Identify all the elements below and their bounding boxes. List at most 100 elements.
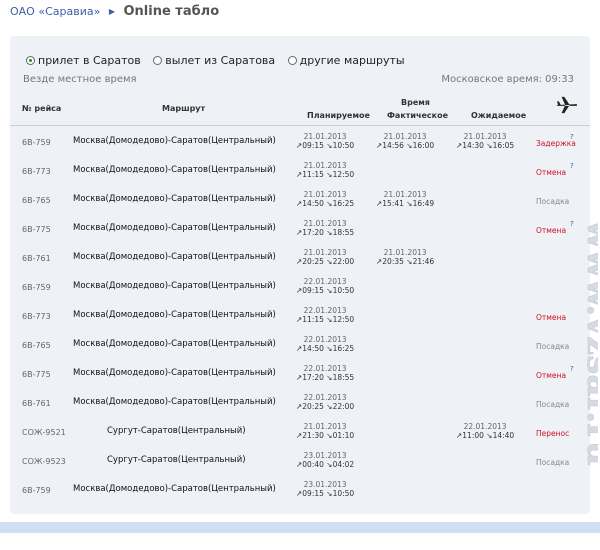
- local-time-note: Везде местное время: [23, 74, 137, 85]
- flight-number: 6В-759: [22, 283, 51, 292]
- flight-number: 6В-761: [22, 254, 51, 263]
- breadcrumb-arrow-icon: ▶: [108, 7, 115, 16]
- planned-date: 21.01.2013: [303, 132, 347, 141]
- actual-time: 21.01.2013 ↗15:41 ↘16:49: [376, 190, 434, 208]
- breadcrumb: ОАО «Саравиа» ▶ Online табло: [10, 4, 219, 20]
- planned-time: 21.01.2013 ↗17:20 ↘18:55: [296, 219, 354, 237]
- status-help-link[interactable]: ?: [570, 162, 574, 170]
- route-name: Москва(Домодедово)-Саратов(Центральный): [73, 281, 276, 291]
- actual-date: 21.01.2013: [383, 248, 427, 257]
- status-badge: Перенос: [536, 429, 570, 438]
- header-planned: Планируемое: [307, 111, 370, 120]
- planned-date: 23.01.2013: [303, 480, 347, 489]
- flight-number: 6В-773: [22, 312, 51, 321]
- flight-number: СОЖ-9521: [22, 428, 66, 437]
- header-actual: Фактическое: [387, 111, 449, 120]
- planned-date: 22.01.2013: [303, 306, 347, 315]
- planned-time: 23.01.2013 ↗00:40 ↘04:02: [296, 451, 354, 469]
- radio-dot-icon[interactable]: [26, 56, 35, 65]
- route-name: Сургут-Саратов(Центральный): [107, 455, 246, 465]
- page-title: Online табло: [123, 4, 220, 19]
- direction-selector: прилет в Саратов вылет из Саратова други…: [26, 54, 414, 68]
- route-name: Москва(Домодедово)-Саратов(Центральный): [73, 252, 276, 262]
- actual-times: ↗15:41 ↘16:49: [376, 199, 435, 208]
- planned-time: 22.01.2013 ↗14:50 ↘16:25: [296, 335, 354, 353]
- footer-bar: [0, 522, 600, 533]
- route-name: Москва(Домодедово)-Саратов(Центральный): [73, 310, 276, 320]
- breadcrumb-company-link[interactable]: ОАО «Саравиа»: [10, 5, 100, 18]
- planned-date: 21.01.2013: [303, 219, 347, 228]
- planned-times: ↗20:25 ↘22:00: [296, 402, 355, 411]
- expected-date: 21.01.2013: [463, 132, 507, 141]
- flight-number: СОЖ-9523: [22, 457, 66, 466]
- planned-date: 21.01.2013: [303, 422, 347, 431]
- route-name: Москва(Домодедово)-Саратов(Центральный): [73, 136, 276, 146]
- planned-time: 22.01.2013 ↗11:15 ↘12:50: [296, 306, 354, 324]
- planned-date: 22.01.2013: [303, 277, 347, 286]
- planned-times: ↗00:40 ↘04:02: [296, 460, 355, 469]
- radio-arrival-label: прилет в Саратов: [38, 54, 141, 67]
- status-badge: Отмена: [536, 371, 567, 380]
- radio-departure[interactable]: вылет из Саратова: [153, 54, 275, 67]
- radio-dot-icon[interactable]: [153, 56, 163, 65]
- table-row: СОЖ-9523 Сургут-Саратов(Центральный) 23.01…: [10, 447, 590, 476]
- table-row: 6В-761 Москва(Домодедово)-Саратов(Централ…: [10, 244, 590, 273]
- status-badge: Отмена: [536, 313, 567, 322]
- expected-times: ↗11:00 ↘14:40: [456, 431, 515, 440]
- planned-times: ↗11:15 ↘12:50: [296, 315, 355, 324]
- moscow-time: Московское время: 09:33: [441, 74, 574, 85]
- expected-times: ↗14:30 ↘16:05: [456, 141, 515, 150]
- table-header: № рейса Маршрут Время Планируемое Фактич…: [10, 94, 590, 124]
- status-help-link[interactable]: ?: [570, 133, 574, 141]
- planned-times: ↗09:15 ↘10:50: [296, 141, 355, 150]
- status-badge: Посадка: [536, 458, 570, 467]
- table-row: 6В-759 Москва(Домодедово)-Саратов(Централ…: [10, 476, 590, 505]
- planned-time: 22.01.2013 ↗09:15 ↘10:50: [296, 277, 354, 295]
- route-name: Москва(Домодедово)-Саратов(Центральный): [73, 165, 276, 175]
- planned-time: 22.01.2013 ↗20:25 ↘22:00: [296, 393, 354, 411]
- actual-time: 21.01.2013 ↗14:56 ↘16:00: [376, 132, 434, 150]
- table-row: 6В-759 Москва(Домодедово)-Саратов(Централ…: [10, 128, 590, 157]
- actual-times: ↗20:35 ↘21:46: [376, 257, 435, 266]
- table-row: 6В-775 Москва(Домодедово)-Саратов(Централ…: [10, 215, 590, 244]
- status-badge: Отмена: [536, 226, 567, 235]
- route-name: Москва(Домодедово)-Саратов(Центральный): [73, 194, 276, 204]
- radio-departure-label: вылет из Саратова: [165, 54, 276, 67]
- flight-number: 6В-773: [22, 167, 51, 176]
- header-expected: Ожидаемое: [471, 111, 527, 120]
- route-name: Москва(Домодедово)-Саратов(Центральный): [73, 484, 276, 494]
- board-panel: прилет в Саратов вылет из Саратова други…: [10, 36, 598, 514]
- header-divider: [10, 125, 590, 126]
- planned-times: ↗14:50 ↘16:25: [296, 199, 355, 208]
- planned-date: 22.01.2013: [303, 393, 347, 402]
- route-name: Москва(Домодедово)-Саратов(Центральный): [73, 397, 276, 407]
- status-help-link[interactable]: ?: [570, 220, 574, 228]
- route-name: Москва(Домодедово)-Саратов(Центральный): [73, 223, 276, 233]
- status-badge: Посадка: [536, 400, 570, 409]
- planned-date: 23.01.2013: [303, 451, 347, 460]
- planned-time: 21.01.2013 ↗20:25 ↘22:00: [296, 248, 354, 266]
- planned-time: 23.01.2013 ↗09:15 ↘10:50: [296, 480, 354, 498]
- expected-date: 22.01.2013: [463, 422, 507, 431]
- table-row: 6В-761 Москва(Домодедово)-Саратов(Централ…: [10, 389, 590, 418]
- route-name: Москва(Домодедово)-Саратов(Центральный): [73, 339, 276, 349]
- radio-other-routes[interactable]: другие маршруты: [287, 54, 405, 67]
- actual-times: ↗14:56 ↘16:00: [376, 141, 435, 150]
- expected-time: 22.01.2013 ↗11:00 ↘14:40: [456, 422, 514, 440]
- planned-time: 21.01.2013 ↗21:30 ↘01:10: [296, 422, 354, 440]
- radio-arrival[interactable]: прилет в Саратов: [26, 54, 141, 67]
- radio-dot-icon[interactable]: [287, 56, 297, 65]
- table-row: 6В-765 Москва(Домодедово)-Саратов(Централ…: [10, 186, 590, 215]
- planned-times: ↗21:30 ↘01:10: [296, 431, 355, 440]
- planned-times: ↗11:15 ↘12:50: [296, 170, 355, 179]
- route-name: Москва(Домодедово)-Саратов(Центральный): [73, 368, 276, 378]
- planned-time: 21.01.2013 ↗09:15 ↘10:50: [296, 132, 354, 150]
- table-row: 6В-773 Москва(Домодедово)-Саратов(Централ…: [10, 157, 590, 186]
- status-help-link[interactable]: ?: [570, 365, 574, 373]
- actual-date: 21.01.2013: [383, 190, 427, 199]
- airplane-icon: [557, 96, 577, 114]
- flight-number: 6В-765: [22, 341, 51, 350]
- route-name: Сургут-Саратов(Центральный): [107, 426, 246, 436]
- planned-time: 21.01.2013 ↗14:50 ↘16:25: [296, 190, 354, 208]
- flight-number: 6В-765: [22, 196, 51, 205]
